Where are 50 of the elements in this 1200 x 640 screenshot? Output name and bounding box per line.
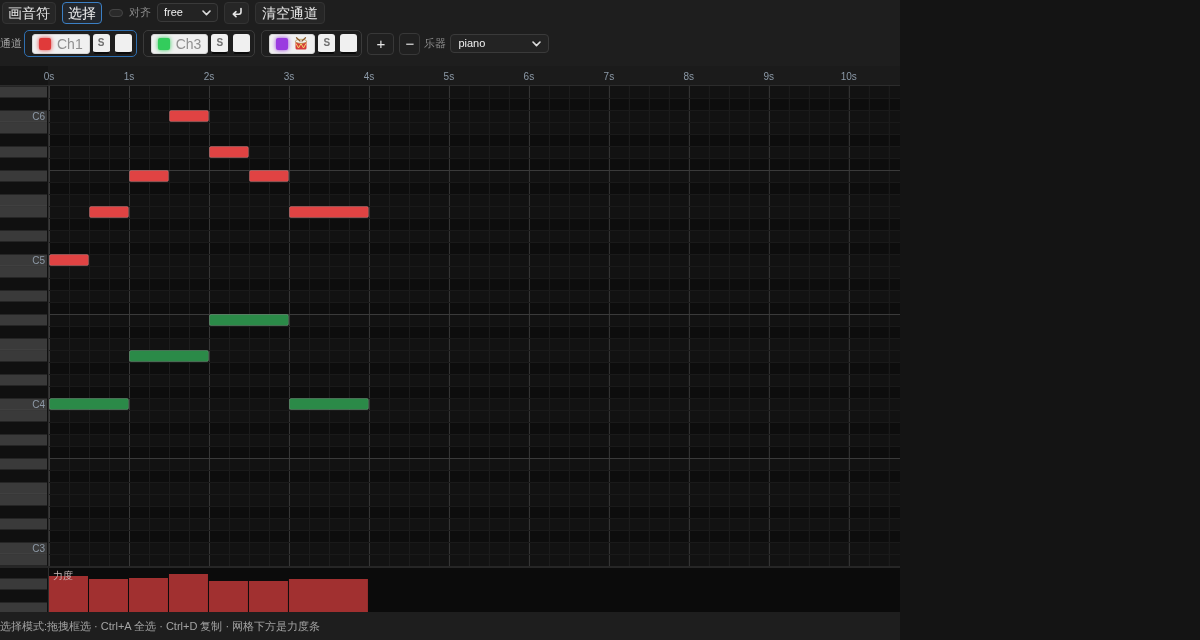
time-label: 3s	[283, 71, 295, 82]
solo-button[interactable]: S	[92, 33, 110, 54]
instrument-dropdown[interactable]: piano	[450, 34, 550, 53]
status-text: 选择模式:拖拽框选 · Ctrl+A 全选 · Ctrl+D 复制 · 网格下方是力度条	[0, 618, 321, 634]
time-label: 7s	[603, 71, 615, 82]
solo-button[interactable]: S	[211, 33, 229, 54]
snap-dropdown[interactable]: free	[157, 3, 218, 22]
solo-button[interactable]: S	[318, 33, 336, 54]
pitch-label: C5	[32, 254, 45, 266]
pitch-label: C3	[32, 542, 45, 554]
time-label: 0s	[43, 71, 55, 82]
time-label: 8s	[683, 71, 695, 82]
channel-strip[interactable]: Ch3 S	[142, 30, 256, 57]
time-label: 6s	[523, 71, 535, 82]
empty-button[interactable]	[340, 33, 358, 54]
channel-chip[interactable]: Ch3	[150, 33, 209, 54]
note-block[interactable]	[168, 110, 209, 122]
empty-button[interactable]	[114, 33, 132, 54]
drum-icon	[294, 36, 309, 51]
instrument-label: 乐器	[424, 36, 447, 52]
velocity-label: 力度	[53, 571, 73, 581]
piano-keyboard[interactable]	[0, 568, 48, 612]
channel-label: 通道	[0, 36, 22, 52]
note-block[interactable]	[208, 146, 249, 158]
time-label: 4s	[363, 71, 375, 82]
time-label: 2s	[203, 71, 215, 82]
pitch-label: C6	[32, 110, 45, 122]
note-block[interactable]	[248, 170, 289, 182]
empty-button[interactable]	[233, 33, 251, 54]
add-channel-button[interactable]: +	[367, 32, 395, 55]
time-label: 1s	[123, 71, 135, 82]
snap-label: 对齐	[129, 5, 151, 21]
remove-channel-button[interactable]: −	[399, 32, 421, 55]
piano-keyboard[interactable]	[0, 86, 48, 568]
channel-strip[interactable]: Ch1 S	[24, 30, 137, 57]
undo-icon	[230, 7, 243, 18]
time-label: 10s	[840, 71, 857, 82]
undo-button[interactable]	[224, 1, 249, 24]
time-label: 9s	[763, 71, 775, 82]
pitch-label: C4	[32, 398, 45, 410]
channel-chip[interactable]	[269, 33, 316, 54]
chevron-down-icon	[532, 40, 542, 47]
clear-channel-button[interactable]: 清空通道	[255, 1, 325, 24]
chevron-down-icon	[202, 9, 211, 16]
channel-strip[interactable]: S	[261, 30, 363, 57]
channel-chip[interactable]: Ch1	[32, 33, 90, 54]
time-label: 5s	[443, 71, 455, 82]
mode-button[interactable]: 选择	[62, 1, 102, 24]
snap-toggle[interactable]	[109, 8, 123, 17]
mode-button[interactable]: 画音符	[2, 1, 56, 24]
